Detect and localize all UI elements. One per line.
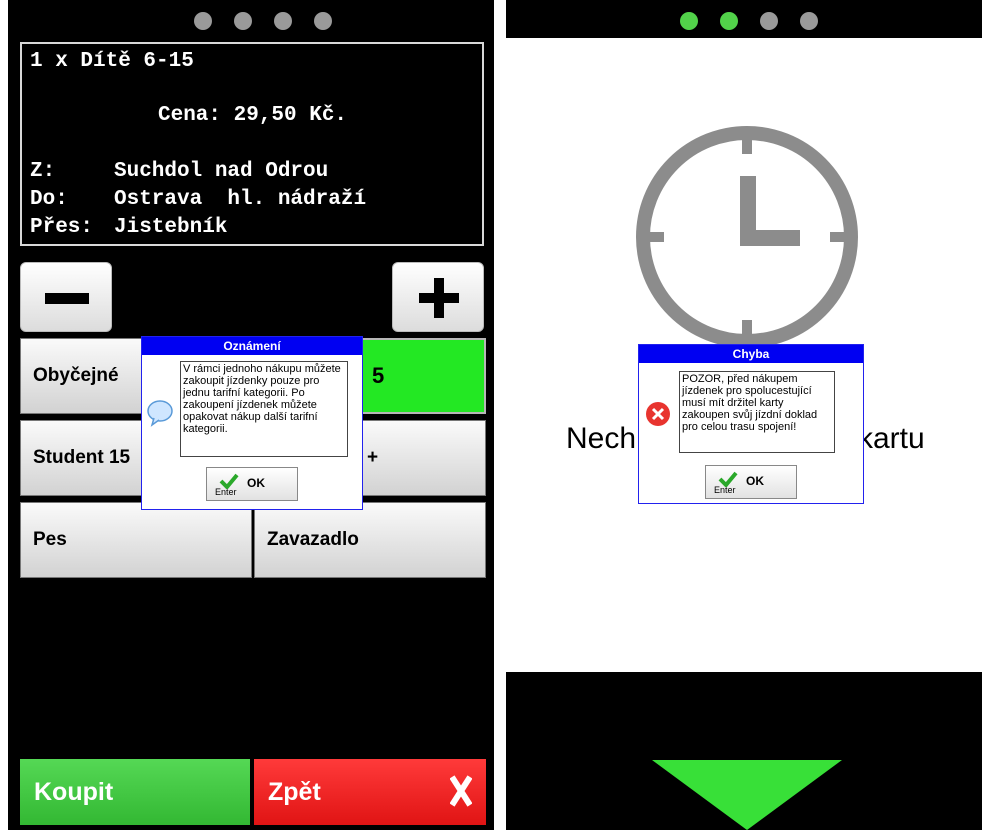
ticket-quantity: 1 x Dítě 6-15 bbox=[30, 50, 194, 73]
bottom-bar bbox=[506, 672, 982, 830]
step-dot bbox=[800, 12, 818, 30]
category-label: Student 15 bbox=[33, 447, 131, 468]
category-label: Pes bbox=[33, 529, 67, 550]
dialog-message: POZOR, před nákupem jízdenek pro spoluce… bbox=[679, 371, 835, 453]
buy-label: Koupit bbox=[34, 777, 114, 806]
via-station: Jistebník bbox=[114, 216, 228, 239]
close-icon bbox=[450, 775, 472, 807]
step-indicator bbox=[194, 12, 332, 30]
category-label: 5 bbox=[372, 363, 385, 388]
back-label: Zpět bbox=[268, 777, 321, 806]
ok-button[interactable]: OK Enter bbox=[206, 467, 298, 501]
ok-label: OK bbox=[746, 474, 764, 488]
step-dot-active bbox=[680, 12, 698, 30]
minus-icon bbox=[45, 293, 89, 304]
step-dot bbox=[274, 12, 292, 30]
category-label: + bbox=[367, 447, 379, 468]
ticket-summary: 1 x Dítě 6-15 Cena: 29,50 Kč. Z: Suchdol… bbox=[20, 42, 484, 246]
category-button-pes[interactable]: Pes bbox=[20, 502, 252, 578]
step-dot bbox=[194, 12, 212, 30]
dialog-title: Chyba bbox=[639, 345, 863, 363]
step-indicator bbox=[680, 12, 818, 30]
buy-button[interactable]: Koupit bbox=[20, 759, 250, 825]
increase-quantity-button[interactable] bbox=[392, 262, 484, 332]
step-dot bbox=[234, 12, 252, 30]
dialog-title: Oznámení bbox=[142, 337, 362, 355]
to-station: Ostrava hl. nádraží bbox=[114, 188, 367, 211]
category-label: Obyčejné bbox=[33, 365, 119, 386]
enter-hint: Enter bbox=[215, 487, 237, 497]
back-button[interactable]: Zpět bbox=[254, 759, 486, 825]
from-label: Z: bbox=[30, 160, 56, 183]
error-dialog: Chyba POZOR, před nákupem jízdenek pro s… bbox=[638, 344, 864, 504]
category-label: Zavazadlo bbox=[267, 529, 359, 550]
clock-icon bbox=[636, 126, 858, 348]
prompt-text-start: Nech bbox=[566, 422, 637, 455]
step-dot bbox=[314, 12, 332, 30]
decrease-quantity-button[interactable] bbox=[20, 262, 112, 332]
via-label: Přes: bbox=[30, 216, 94, 239]
to-label: Do: bbox=[30, 188, 68, 211]
category-button-zavazadlo[interactable]: Zavazadlo bbox=[254, 502, 486, 578]
ok-label: OK bbox=[247, 476, 265, 490]
info-bubble-icon bbox=[147, 400, 173, 427]
card-check-screen: Nech kartu Chyba POZOR, před nákupem jíz… bbox=[506, 0, 982, 830]
step-dot-active bbox=[720, 12, 738, 30]
prompt-text-end: kartu bbox=[858, 422, 925, 455]
ok-button[interactable]: OK Enter bbox=[705, 465, 797, 499]
ticket-price: Cena: 29,50 Kč. bbox=[158, 104, 348, 127]
dialog-message: V rámci jednoho nákupu můžete zakoupit j… bbox=[180, 361, 348, 457]
ticket-purchase-screen: 1 x Dítě 6-15 Cena: 29,50 Kč. Z: Suchdol… bbox=[8, 0, 494, 830]
from-station: Suchdol nad Odrou bbox=[114, 160, 329, 183]
notice-dialog: Oznámení V rámci jednoho nákupu můžete z… bbox=[141, 336, 363, 510]
down-arrow-icon[interactable] bbox=[652, 760, 842, 830]
step-dot bbox=[760, 12, 778, 30]
error-icon bbox=[646, 402, 670, 426]
enter-hint: Enter bbox=[714, 485, 736, 495]
